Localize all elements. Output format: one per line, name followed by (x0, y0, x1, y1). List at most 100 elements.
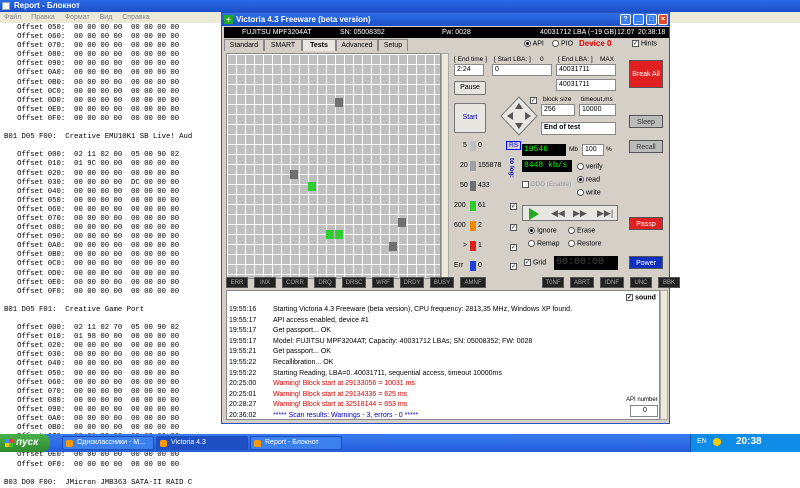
log-row: 19:55:17 API access enabled, device #1 (227, 316, 647, 326)
help-icon[interactable]: ? (620, 14, 631, 25)
log-time: 19:55:17 (229, 337, 257, 345)
notepad-line: Offset 020: 00 00 00 00 00 00 00 00 (4, 342, 180, 351)
scan-block (335, 230, 343, 239)
sound-checkbox[interactable]: ✓ sound (626, 294, 656, 301)
notepad-line: Offset 040: 00 00 00 00 00 00 00 00 (4, 360, 180, 369)
notepad-line: Offset 0A0: 00 00 00 00 00 00 00 00 (4, 69, 180, 78)
category-count: 2 (478, 222, 482, 229)
log-check-200[interactable]: ✓ (510, 203, 517, 210)
tab-standard[interactable]: Standard (224, 39, 264, 51)
lba-checkbox[interactable]: ✓ (530, 97, 537, 104)
surface-scan-grid (226, 53, 441, 279)
power-button[interactable]: Power (629, 256, 663, 269)
current-lba-field[interactable]: 40031711 (556, 79, 616, 91)
tab-smart[interactable]: SMART (264, 39, 302, 51)
passp-button[interactable]: Passp (629, 217, 663, 230)
max-button[interactable]: MAX (600, 56, 614, 63)
notepad-line: Offset 0B0: 00 00 00 00 00 00 00 00 (4, 251, 180, 260)
log-check-err[interactable]: ✓ (510, 263, 517, 270)
tab-advanced[interactable]: Advanced (336, 39, 378, 51)
grid-checkbox[interactable]: ✓ Grid (524, 259, 546, 266)
notepad-line: Offset 0E0: 00 00 00 00 00 00 00 00 (4, 451, 180, 460)
restore-radio[interactable]: Restore (568, 240, 601, 247)
menu-format[interactable]: Формат (65, 14, 90, 21)
log-check-600[interactable]: ✓ (510, 224, 517, 231)
log-time: 20:25:00 (229, 380, 257, 388)
play-icon[interactable] (529, 208, 539, 220)
scan-block (389, 242, 397, 251)
grid-scrollbar[interactable] (441, 53, 449, 279)
block-size-select[interactable]: 256 (541, 104, 575, 116)
drive-lba: 40031712 LBA (~19 GB) (540, 29, 617, 36)
write-radio[interactable]: write (577, 189, 601, 196)
minimize-icon[interactable]: _ (633, 14, 644, 25)
menu-help[interactable]: Справка (122, 14, 149, 21)
notepad-title-bar: Report - Блокнот (0, 0, 800, 12)
start-button[interactable]: Start (454, 103, 486, 133)
event-log[interactable]: 19:55:16 Starting Victoria 4.3 Freeware (… (226, 290, 660, 420)
pio-radio[interactable]: PIO (552, 40, 573, 47)
language-indicator[interactable]: EN (697, 438, 707, 445)
api-radio[interactable]: API (524, 40, 544, 47)
log-message: API access enabled, device #1 (273, 316, 369, 324)
log-time: 20:25:01 (229, 390, 257, 398)
start-button[interactable]: пуск (0, 434, 50, 452)
end-time-field[interactable]: 2:24 (454, 64, 484, 76)
log-row: 19:55:17 Get passport... OK (227, 326, 647, 336)
read-radio[interactable]: read (577, 176, 600, 183)
tray-icon[interactable] (713, 438, 721, 446)
log-message: Recallibration... OK (273, 359, 334, 366)
category-label: 20 (460, 162, 468, 169)
rs-button[interactable]: RS (506, 141, 522, 150)
ignore-radio[interactable]: Ignore (528, 227, 557, 234)
skip-end-icon[interactable]: ▶▶| (597, 208, 613, 219)
notepad-line: Offset 030: 00 00 00 00 DC 00 00 00 (4, 178, 180, 187)
erase-label: Erase (576, 227, 596, 235)
hints-checkbox[interactable]: ✓ Hints (632, 40, 657, 47)
tab-row: Standard SMART Tests Advanced Setup (224, 39, 424, 51)
end-lba-label: [ End LBA: ] (558, 56, 593, 63)
maximize-icon[interactable]: □ (646, 14, 657, 25)
sleep-button[interactable]: Sleep (629, 115, 663, 128)
remap-radio[interactable]: Remap (528, 240, 560, 247)
category-swatch (470, 141, 476, 151)
close-icon[interactable]: × (658, 14, 668, 25)
notepad-text-area[interactable]: Offset 050: 00 00 00 00 00 00 00 00 Offs… (4, 24, 234, 487)
menu-file[interactable]: Файл (4, 14, 21, 21)
taskbar-item-victoria[interactable]: Victoria 4.3 (156, 436, 248, 450)
notepad-line: Offset 070: 00 00 00 00 00 00 00 00 (4, 42, 180, 51)
taskbar-item-odnoklassniki[interactable]: Одноклассники - М... (62, 436, 154, 450)
rewind-icon[interactable]: ◀◀ (551, 208, 565, 219)
menu-edit[interactable]: Правка (31, 14, 55, 21)
end-of-test-select[interactable]: End of test (541, 122, 616, 135)
menu-view[interactable]: Вид (100, 14, 113, 21)
forward-icon[interactable]: ▶▶ (573, 208, 587, 219)
break-all-button[interactable]: Break All (629, 60, 663, 88)
tab-tests[interactable]: Tests (302, 39, 336, 51)
tab-setup[interactable]: Setup (378, 39, 408, 51)
speed-value: 8448 (524, 161, 544, 170)
taskbar-item-report[interactable]: Report - Блокнот (250, 436, 342, 450)
api-number-field[interactable]: 0 (630, 405, 658, 417)
ddd-checkbox[interactable]: DDD (Enable) (522, 181, 571, 188)
mb-unit: Mb (569, 146, 579, 153)
log-message: Starting Victoria 4.3 Freeware (beta ver… (273, 306, 572, 313)
status-flags-row: ERR INX CORR DRQ DRSC WRF DRDY BUSY AMNF T0NF ABRT… (226, 277, 680, 288)
drive-info-bar: FUJITSU MPF3204AT SN: 05008352 Fw: 0028 … (224, 27, 669, 38)
end-lba-field[interactable]: 40031711 (556, 64, 616, 76)
api-label: API (532, 40, 544, 48)
log-scrollbar[interactable] (660, 290, 668, 420)
timeout-select[interactable]: 10000 (579, 104, 616, 116)
log-time: 19:55:17 (229, 327, 257, 335)
verify-radio[interactable]: verify (577, 163, 603, 170)
recall-button[interactable]: Recall (629, 140, 663, 153)
log-time: 19:55:22 (229, 359, 257, 366)
category-label: Err (454, 262, 464, 269)
start-lba-field[interactable]: 0 (492, 64, 552, 76)
pause-button[interactable]: Pause (454, 81, 486, 95)
ddd-label: DDD (Enable) (530, 181, 572, 189)
notepad-line: Offset 0B0: 00 00 00 00 00 00 00 00 (4, 424, 180, 433)
erase-radio[interactable]: Erase (568, 227, 595, 234)
api-number-label: API number (626, 397, 658, 403)
log-check-gt[interactable]: ✓ (510, 244, 517, 251)
